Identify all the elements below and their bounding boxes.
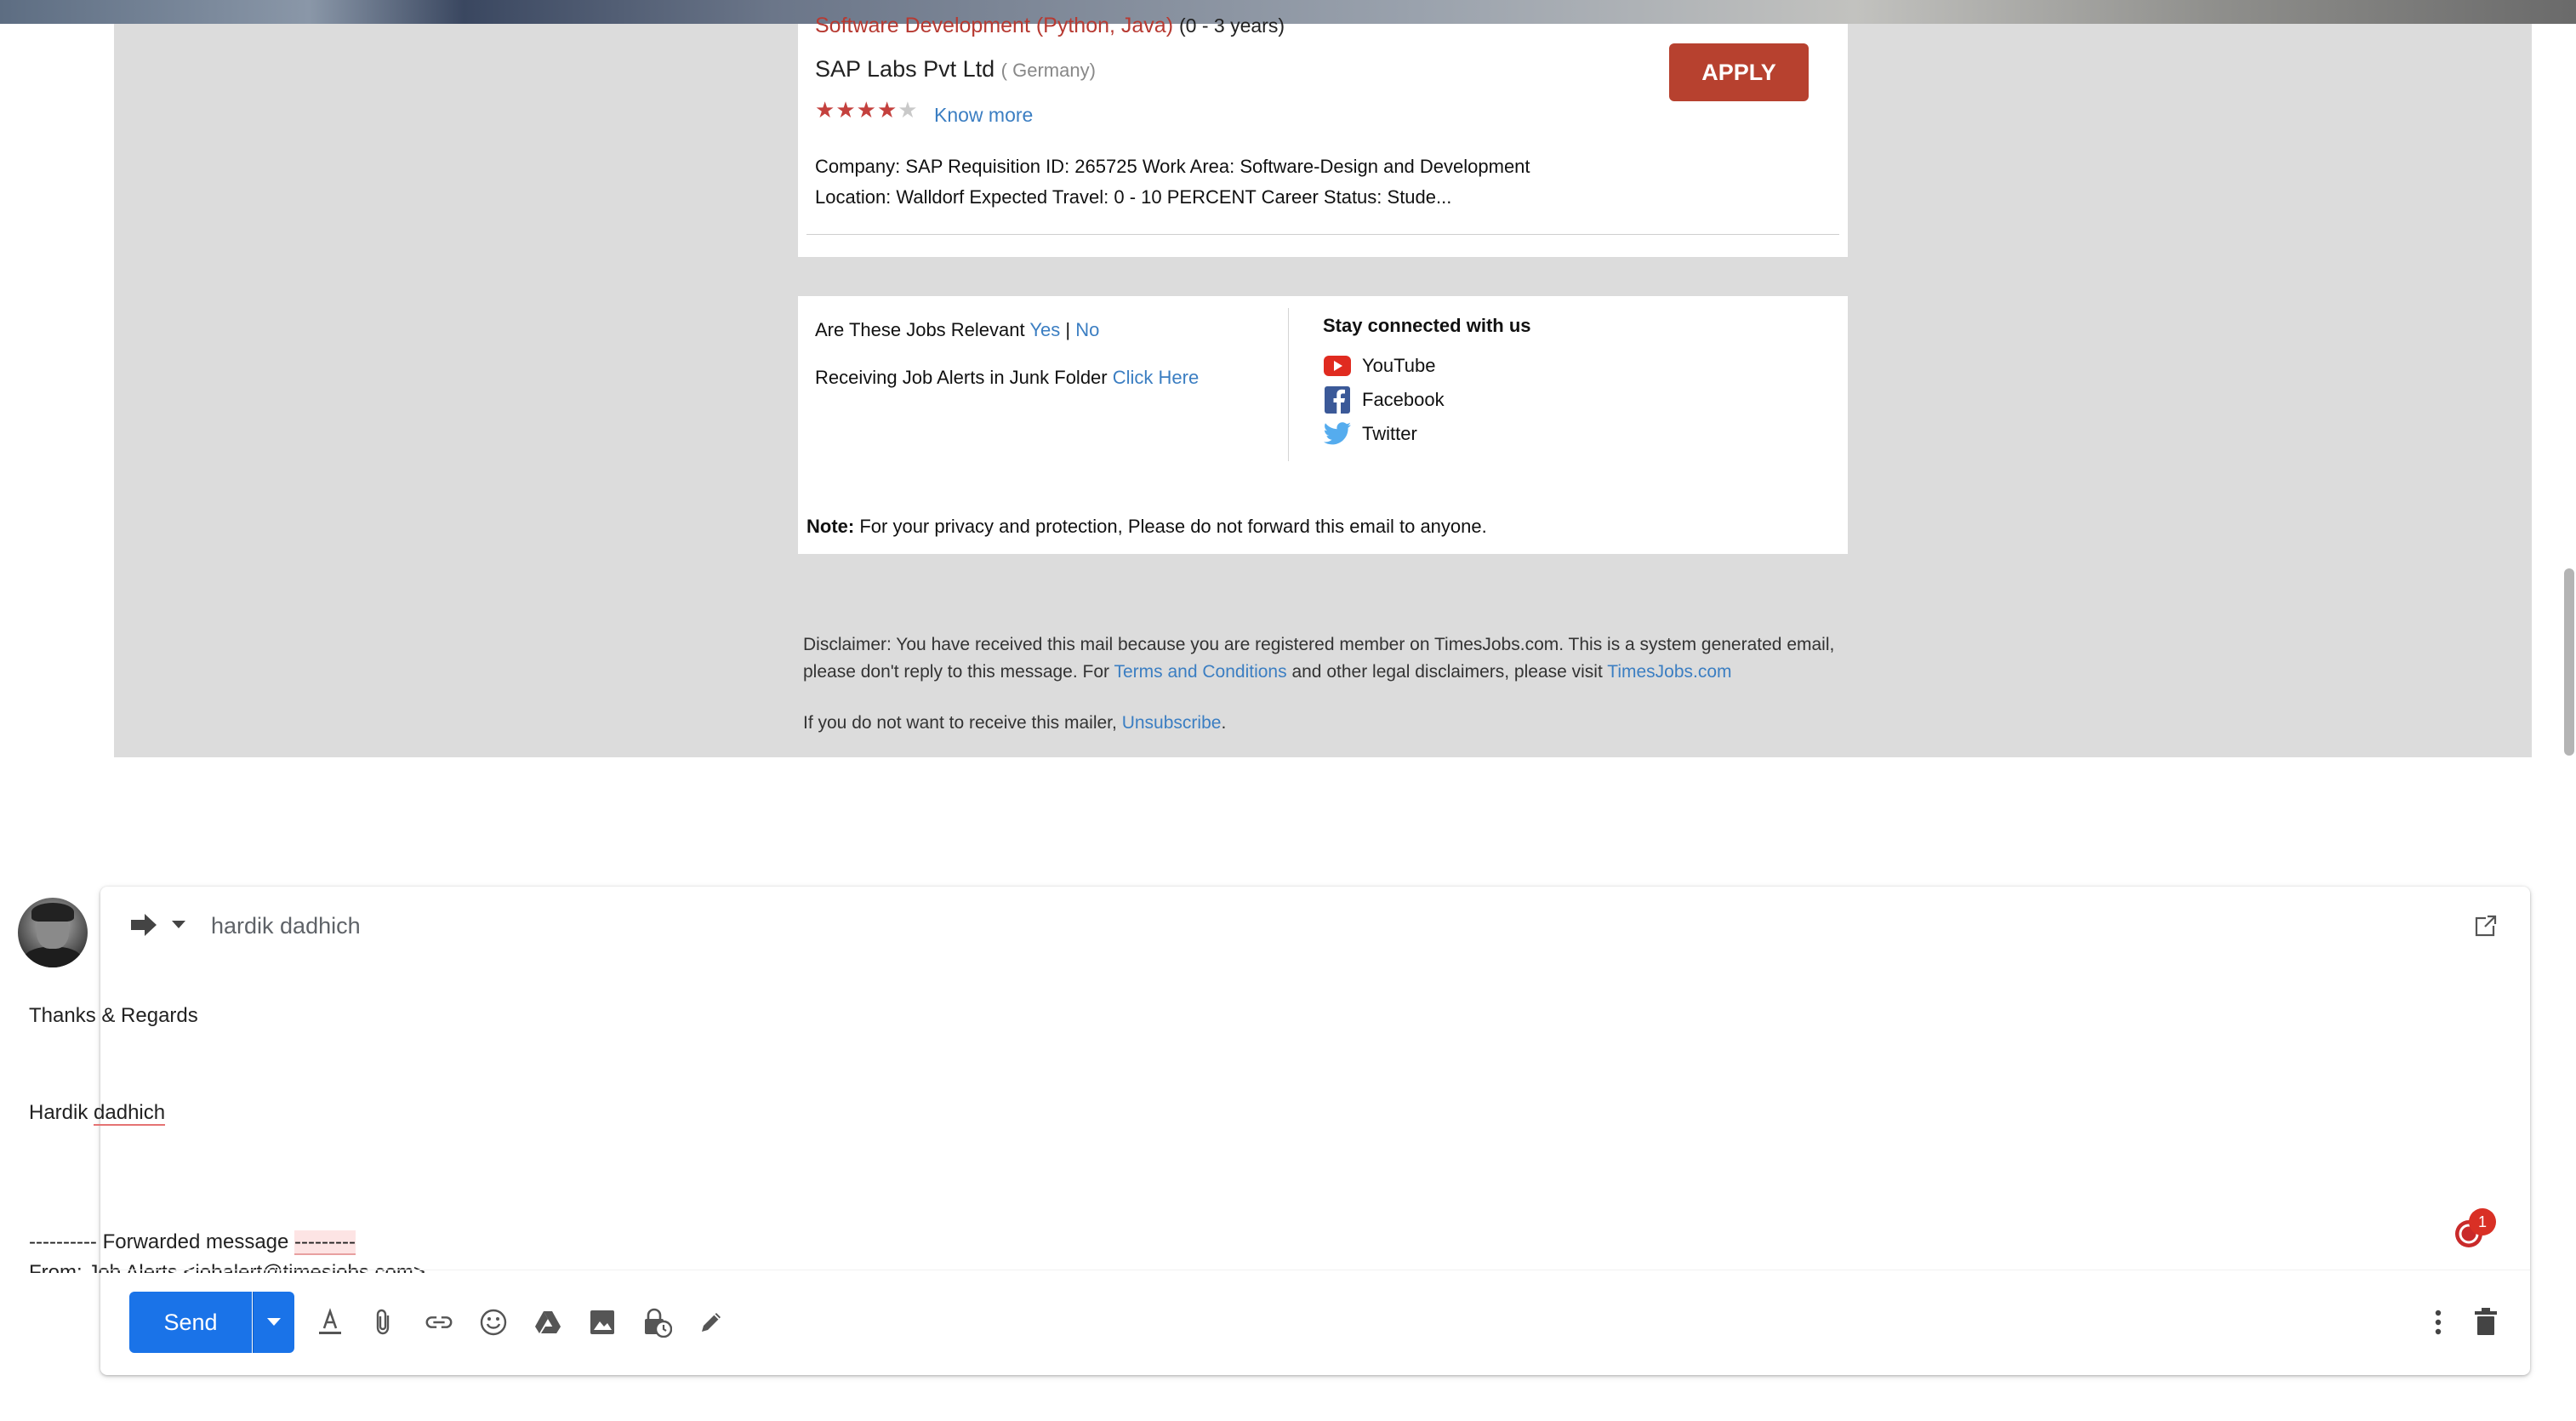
- job-title-text[interactable]: Software Development (Python, Java): [815, 14, 1173, 37]
- job-description-line: Company: SAP Requisition ID: 265725 Work…: [815, 156, 1530, 177]
- apply-button[interactable]: APPLY: [1669, 43, 1809, 101]
- star-empty-icon: ★: [898, 97, 919, 123]
- signature-first-name: Hardik: [29, 1101, 88, 1124]
- social-section: Stay connected with us YouTube Facebook …: [1323, 315, 1531, 451]
- chevron-down-icon: [267, 1318, 281, 1326]
- signature-last-name: dadhich: [94, 1101, 166, 1126]
- timesjobs-link[interactable]: TimesJobs.com: [1607, 662, 1731, 682]
- google-drive-icon: [535, 1311, 561, 1333]
- star-icon: ★: [876, 97, 898, 123]
- disclaimer: Disclaimer: You have received this mail …: [803, 631, 1858, 686]
- insert-link-button[interactable]: [424, 1307, 454, 1338]
- formatting-options-button[interactable]: [315, 1307, 345, 1338]
- confidential-mode-button[interactable]: [641, 1307, 672, 1338]
- social-title: Stay connected with us: [1323, 315, 1531, 336]
- youtube-label[interactable]: YouTube: [1362, 355, 1435, 377]
- job-experience: (0 - 3 years): [1179, 14, 1285, 37]
- unsubscribe-suffix: .: [1221, 713, 1227, 733]
- youtube-link[interactable]: YouTube: [1323, 349, 1531, 383]
- twitter-label[interactable]: Twitter: [1362, 423, 1417, 445]
- pen-icon: [702, 1313, 721, 1332]
- job-title[interactable]: Software Development (Python, Java) (0 -…: [815, 14, 1285, 38]
- attach-file-button[interactable]: [369, 1307, 400, 1338]
- forwarded-from-text: From: Job Alerts <jobalert@timesjobs.com…: [29, 1261, 425, 1273]
- junk-folder-text: Receiving Job Alerts in Junk Folder: [815, 367, 1108, 388]
- page-scrollbar[interactable]: [2564, 568, 2574, 756]
- relevance-yes-link[interactable]: Yes: [1029, 319, 1060, 340]
- notification-badge-icon[interactable]: 1: [2450, 1207, 2498, 1251]
- relevance-section: Are These Jobs Relevant Yes | No Receivi…: [815, 315, 1291, 393]
- more-vertical-icon: [2435, 1310, 2442, 1335]
- avatar[interactable]: [18, 898, 88, 967]
- compose-body-line[interactable]: Thanks & Regards: [29, 1004, 198, 1028]
- forwarded-header[interactable]: ---------- Forwarded message ---------: [29, 1230, 356, 1255]
- emoji-icon: [480, 1309, 507, 1336]
- note-text: For your privacy and protection, Please …: [859, 516, 1487, 537]
- relevance-separator: |: [1065, 319, 1071, 340]
- recipient-field[interactable]: hardik dadhich: [211, 913, 361, 939]
- send-button[interactable]: Send: [129, 1292, 252, 1353]
- forwarded-label: Forwarded message: [102, 1230, 289, 1253]
- vertical-divider: [1288, 308, 1289, 461]
- insert-drive-button[interactable]: [533, 1307, 563, 1338]
- trash-icon: [2475, 1308, 2497, 1335]
- twitter-link[interactable]: Twitter: [1323, 417, 1531, 451]
- more-options-button[interactable]: [2423, 1307, 2453, 1338]
- divider: [806, 234, 1839, 235]
- forward-icon[interactable]: [129, 912, 158, 938]
- star-icon: ★: [835, 97, 857, 123]
- company-line: SAP Labs Pvt Ltd ( Germany): [815, 56, 1096, 83]
- relevance-no-link[interactable]: No: [1075, 319, 1099, 340]
- badge-count: 1: [2478, 1213, 2487, 1230]
- facebook-label[interactable]: Facebook: [1362, 389, 1445, 411]
- link-icon: [425, 1316, 453, 1328]
- rating-stars: ★★★★★: [815, 97, 919, 123]
- paperclip-icon: [376, 1309, 390, 1335]
- job-description: Company: SAP Requisition ID: 265725 Work…: [815, 151, 1666, 213]
- disclaimer-text-middle: and other legal disclaimers, please visi…: [1291, 662, 1603, 682]
- junk-folder-link[interactable]: Click Here: [1113, 367, 1199, 388]
- twitter-icon: [1323, 421, 1352, 447]
- unsubscribe-line: If you do not want to receive this maile…: [803, 713, 1226, 733]
- insert-photo-button[interactable]: [587, 1307, 618, 1338]
- know-more-link[interactable]: Know more: [934, 104, 1033, 127]
- unsubscribe-link[interactable]: Unsubscribe: [1122, 713, 1222, 733]
- star-icon: ★: [856, 97, 877, 123]
- company-location: ( Germany): [1000, 60, 1096, 81]
- insert-emoji-button[interactable]: [478, 1307, 509, 1338]
- job-description-line: Location: Walldorf Expected Travel: 0 - …: [815, 186, 1452, 208]
- facebook-link[interactable]: Facebook: [1323, 383, 1531, 417]
- lock-clock-icon: [645, 1308, 672, 1338]
- photo-icon: [590, 1310, 614, 1334]
- relevance-question: Are These Jobs Relevant: [815, 319, 1025, 340]
- privacy-note: Note: For your privacy and protection, P…: [806, 516, 1487, 538]
- job-card: Software Development (Python, Java) (0 -…: [798, 14, 1848, 257]
- forwarded-from-line: From: Job Alerts <jobalert@timesjobs.com…: [29, 1261, 1050, 1273]
- youtube-icon: [1323, 353, 1352, 379]
- compose-signature[interactable]: Hardik dadhich: [29, 1101, 166, 1126]
- forwarded-dashes-end: ---------: [294, 1230, 356, 1255]
- reply-compose: hardik dadhich: [100, 887, 2530, 1375]
- feedback-card: Are These Jobs Relevant Yes | No Receivi…: [798, 296, 1848, 554]
- insert-signature-button[interactable]: [696, 1307, 727, 1338]
- desktop-wallpaper-strip: [0, 0, 2576, 24]
- reply-type-dropdown-icon[interactable]: [172, 921, 185, 928]
- company-name: SAP Labs Pvt Ltd: [815, 56, 995, 82]
- discard-draft-button[interactable]: [2471, 1307, 2501, 1338]
- unsubscribe-text: If you do not want to receive this maile…: [803, 713, 1117, 733]
- terms-link[interactable]: Terms and Conditions: [1114, 662, 1287, 682]
- note-label: Note:: [806, 516, 855, 537]
- send-options-button[interactable]: [253, 1292, 294, 1353]
- forwarded-dashes: ----------: [29, 1230, 97, 1253]
- star-icon: ★: [815, 97, 836, 123]
- text-format-icon: [319, 1308, 341, 1334]
- popout-icon[interactable]: [2474, 914, 2498, 938]
- facebook-icon: [1323, 386, 1352, 414]
